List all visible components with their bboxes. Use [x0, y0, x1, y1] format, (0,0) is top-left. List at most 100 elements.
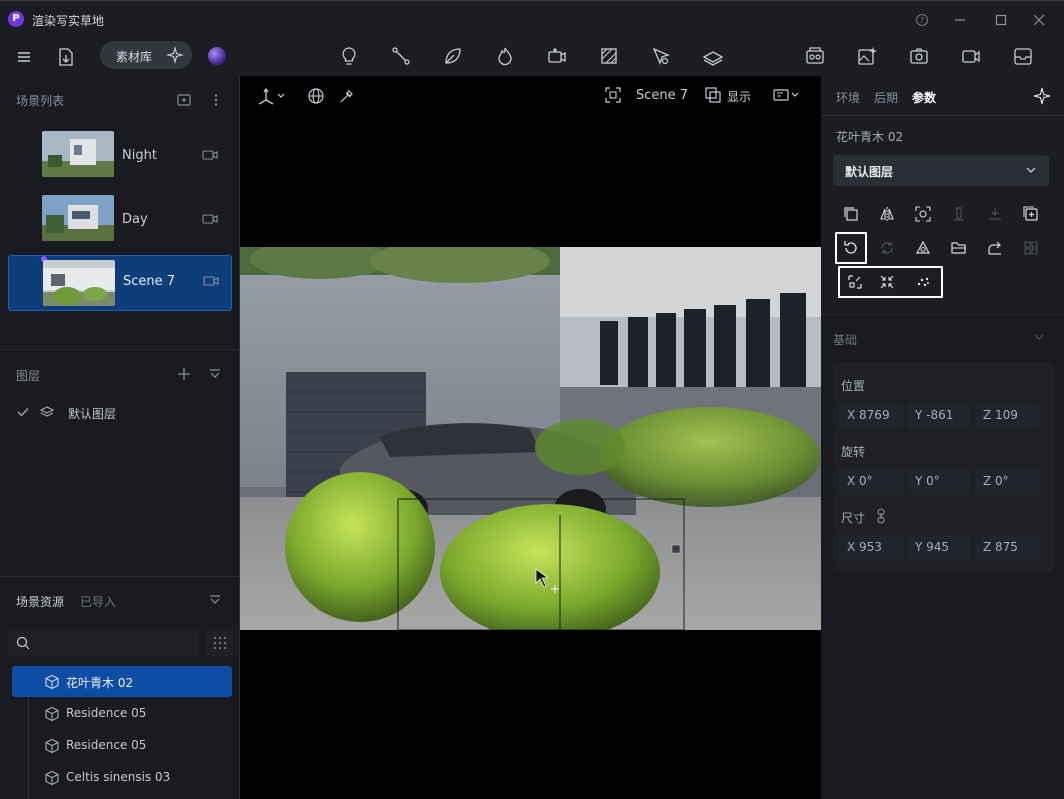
asset-item[interactable]: Residence 05 — [12, 698, 232, 729]
tab-postprocess[interactable]: 后期 — [874, 89, 898, 106]
imported-tab[interactable]: 已导入 — [80, 593, 116, 610]
camera-add-icon[interactable] — [546, 45, 568, 67]
leaf-icon[interactable] — [442, 45, 464, 67]
more-options-icon[interactable] — [208, 92, 224, 108]
add-scene-icon[interactable] — [176, 92, 192, 108]
chevron-down-icon[interactable] — [1033, 332, 1045, 342]
import-file-icon[interactable] — [56, 46, 76, 68]
size-y-field[interactable]: Y 945 — [907, 535, 971, 561]
position-x-field[interactable]: X 8769 — [839, 403, 903, 429]
help-icon[interactable]: ? — [914, 12, 930, 28]
assets-title[interactable]: 场景资源 — [16, 593, 64, 610]
ai-sparkle-icon[interactable] — [1033, 87, 1051, 105]
asset-item[interactable]: Residence 05 — [12, 730, 232, 761]
divider — [821, 314, 1064, 315]
folder-open-icon[interactable] — [945, 234, 973, 262]
viewport[interactable]: Scene 7 显示 — [240, 76, 821, 799]
divider — [821, 115, 1064, 116]
globe-icon[interactable] — [307, 87, 325, 105]
copy-icon[interactable] — [837, 200, 865, 228]
scene-item-night[interactable]: Night — [8, 130, 232, 186]
svg-text:?: ? — [920, 16, 924, 25]
menu-icon[interactable] — [14, 47, 34, 67]
properties-panel: 环境 后期 参数 花叶青木 02 默认图层 基础 位置 X 8769 Y -86… — [821, 76, 1064, 799]
path-tool-icon[interactable] — [390, 45, 412, 67]
basic-section-title[interactable]: 基础 — [833, 331, 857, 348]
material-ball-icon[interactable] — [208, 47, 226, 65]
render-queue-icon[interactable] — [804, 45, 826, 67]
add-copy-icon[interactable] — [1017, 200, 1045, 228]
layer-select-value: 默认图层 — [845, 165, 894, 179]
material-assign-icon[interactable] — [909, 234, 937, 262]
scene-item-scene-7[interactable]: Scene 7 — [8, 255, 232, 311]
main-toolbar: 素材库 — [0, 38, 1064, 76]
scene-item-day[interactable]: Day — [8, 194, 232, 250]
asset-name: Celtis sinensis 03 — [66, 770, 171, 784]
library-label: 素材库 — [116, 50, 153, 64]
material-icon[interactable] — [598, 45, 620, 67]
scene-list-title: 场景列表 — [16, 94, 65, 108]
camera-settings-icon[interactable] — [772, 86, 804, 104]
video-icon[interactable] — [960, 45, 982, 67]
place-pin-icon[interactable] — [650, 45, 672, 67]
check-icon[interactable] — [16, 405, 30, 419]
object-name: 花叶青木 02 — [836, 130, 904, 144]
divider — [0, 349, 240, 350]
fire-icon[interactable] — [494, 45, 516, 67]
inbox-icon[interactable] — [1012, 45, 1034, 67]
focus-object-icon[interactable] — [909, 200, 937, 228]
scene-thumbnail — [43, 260, 115, 306]
library-button[interactable]: 素材库 — [100, 41, 192, 69]
camera-icon[interactable] — [202, 212, 218, 226]
random-scale-icon[interactable] — [841, 268, 869, 296]
layers-icon — [40, 405, 54, 419]
rotation-y-field[interactable]: Y 0° — [907, 469, 971, 495]
scatter-icon[interactable] — [909, 268, 937, 296]
minimize-button[interactable] — [952, 12, 968, 28]
rotation-z-field[interactable]: Z 0° — [975, 469, 1039, 495]
eyedropper-icon[interactable] — [338, 87, 356, 105]
layers-stack-icon[interactable] — [702, 45, 724, 67]
filter-dropdown-icon[interactable] — [208, 594, 222, 606]
camera-icon[interactable] — [203, 274, 219, 288]
asset-item[interactable]: Celtis sinensis 03 — [12, 762, 232, 793]
asset-name: 花叶青木 02 — [66, 676, 134, 690]
position-z-field[interactable]: Z 109 — [975, 403, 1039, 429]
asset-search-input[interactable] — [8, 629, 198, 657]
rotation-x-field[interactable]: X 0° — [839, 469, 903, 495]
asset-item[interactable]: 花叶青木 02 — [12, 666, 232, 697]
filter-dropdown-icon[interactable] — [208, 368, 222, 380]
share-export-icon[interactable] — [981, 234, 1009, 262]
mirror-icon[interactable] — [873, 200, 901, 228]
ai-image-icon[interactable] — [856, 45, 878, 67]
size-z-field[interactable]: Z 875 — [975, 535, 1039, 561]
camera-icon[interactable] — [908, 45, 930, 67]
add-layer-icon[interactable] — [176, 366, 192, 382]
close-button[interactable] — [1031, 12, 1047, 28]
tab-parameters[interactable]: 参数 — [912, 89, 936, 106]
position-y-field[interactable]: Y -861 — [907, 403, 971, 429]
layers-title: 图层 — [16, 369, 41, 383]
tab-environment[interactable]: 环境 — [836, 89, 860, 106]
highlight-box — [835, 232, 867, 264]
display-label[interactable]: 显示 — [727, 88, 751, 105]
asset-name: Residence 05 — [66, 706, 147, 720]
light-bulb-icon[interactable] — [338, 45, 360, 67]
camera-focus-icon[interactable] — [604, 86, 622, 104]
scene-thumbnail — [42, 195, 114, 241]
transform-axis-icon[interactable] — [256, 86, 288, 106]
window-title: 渲染写实草地 — [32, 14, 105, 28]
camera-icon[interactable] — [202, 148, 218, 162]
display-icon[interactable] — [704, 86, 722, 104]
layer-item[interactable]: 默认图层 — [16, 402, 236, 424]
size-x-field[interactable]: X 953 — [839, 535, 903, 561]
layer-select[interactable]: 默认图层 — [833, 155, 1049, 186]
viewport-scene-label[interactable]: Scene 7 — [636, 88, 688, 103]
render-preview[interactable] — [240, 247, 821, 630]
maximize-button[interactable] — [993, 12, 1009, 28]
shrink-icon[interactable] — [873, 268, 901, 296]
link-proportion-icon[interactable] — [874, 508, 888, 524]
cube-icon — [44, 738, 60, 754]
grid-view-icon[interactable] — [206, 629, 234, 657]
scene-name: Night — [122, 148, 157, 163]
